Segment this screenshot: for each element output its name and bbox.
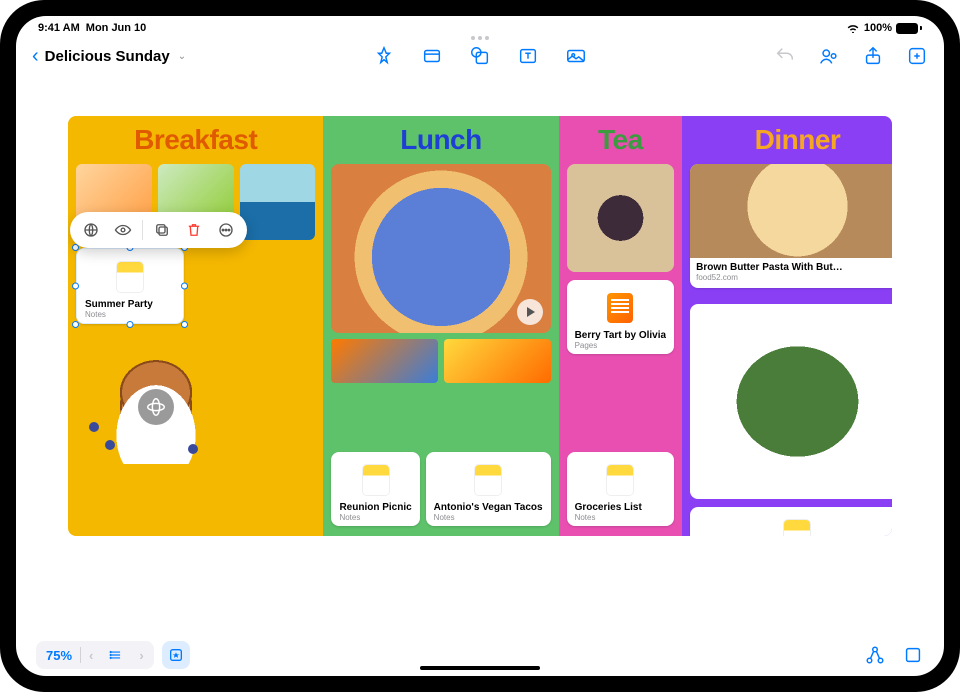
diagram-mode-icon[interactable] [864,644,886,666]
column-breakfast[interactable]: Breakfast [68,116,323,536]
selected-item[interactable]: Summer Party Notes [76,248,184,324]
card-subtitle: Notes [575,513,667,522]
board-canvas[interactable]: Breakfast [16,76,944,634]
fit-board-icon[interactable] [902,644,924,666]
status-bar: 9:41 AM Mon Jun 10 100% [16,16,944,36]
column-lunch[interactable]: Lunch Reunion Picnic Notes [323,116,558,536]
screen: 9:41 AM Mon Jun 10 100% ‹ Delicious Sund… [16,16,944,676]
board: Breakfast [68,116,892,536]
draw-tool-icon[interactable] [373,45,395,67]
selection-toolbar [70,212,247,248]
spatial-icon[interactable] [138,389,174,425]
delete-tool-icon[interactable] [179,216,209,244]
image-pancakes[interactable] [76,334,236,464]
image-grapes[interactable] [240,164,316,240]
notes-app-icon [607,465,633,495]
card-subtitle: Notes [434,513,543,522]
app-toolbar: ‹ Delicious Sunday ⌄ [16,36,944,76]
image-juice[interactable] [444,339,551,383]
zoom-level-button[interactable]: 75% [38,643,80,667]
prev-board-button[interactable]: ‹ [81,643,101,667]
column-title-breakfast: Breakfast [76,124,315,156]
link-domain: food52.com [696,273,892,282]
favorites-button[interactable] [162,641,190,669]
document-menu-chevron-icon[interactable]: ⌄ [178,51,186,62]
preview-tool-icon[interactable] [108,216,138,244]
ipad-frame: 9:41 AM Mon Jun 10 100% ‹ Delicious Sund… [0,0,960,692]
battery-icon [896,23,922,34]
battery-percent: 100% [864,22,892,34]
card-antonios-tacos[interactable]: Antonio's Vegan Tacos Notes [426,452,551,526]
more-tool-icon[interactable] [211,216,241,244]
resize-handle[interactable] [181,321,188,328]
image-drink[interactable] [331,339,438,383]
card-reunion-picnic[interactable]: Reunion Picnic Notes [331,452,419,526]
column-title-tea: Tea [567,124,675,156]
card-title: Antonio's Vegan Tacos [434,502,543,513]
pages-app-icon [607,293,633,323]
card-subtitle: Notes [339,513,411,522]
new-board-icon[interactable] [906,45,928,67]
zoom-controls: 75% ‹ › [36,641,154,669]
next-board-button[interactable]: › [131,643,151,667]
resize-handle[interactable] [181,282,188,289]
card-berry-tart[interactable]: Berry Tart by Olivia Pages [567,280,675,354]
resize-handle[interactable] [72,282,79,289]
link-title: Brown Butter Pasta With But… [696,262,892,273]
resize-handle[interactable] [72,321,79,328]
resize-handle[interactable] [127,321,134,328]
video-tacos[interactable] [331,164,550,333]
collaborate-icon[interactable] [818,45,840,67]
notes-app-icon [475,465,501,495]
back-button[interactable]: ‹ [32,45,39,68]
paint-tool-icon[interactable] [421,45,443,67]
card-summer-party[interactable]: Summer Party Notes [76,248,184,324]
column-tea[interactable]: Tea Berry Tart by Olivia Pages Groceries… [559,116,683,536]
image-berry-tart[interactable] [567,164,675,272]
undo-icon[interactable] [774,45,796,67]
card-subtitle: Notes [85,310,175,319]
column-title-lunch: Lunch [331,124,550,156]
status-date: Mon Jun 10 [86,22,147,34]
card-title: Groceries List [575,502,667,513]
status-time: 9:41 AM [38,22,80,34]
column-dinner[interactable]: Dinner Brown Butter Pasta With But… food… [682,116,892,536]
insert-media-icon[interactable] [565,45,587,67]
notes-app-icon [363,465,389,495]
card-groceries-list[interactable]: Groceries List Notes [567,452,675,526]
card-title: Summer Party [85,299,175,310]
toolbar-divider [142,220,143,240]
document-title[interactable]: Delicious Sunday [45,48,170,65]
home-indicator[interactable] [420,666,540,670]
insert-shape-icon[interactable] [469,45,491,67]
column-title-dinner: Dinner [690,124,892,156]
link-image [690,164,892,258]
link-tool-icon[interactable] [76,216,106,244]
card-title: Berry Tart by Olivia [575,330,667,341]
play-icon[interactable] [517,299,543,325]
card-cooking-inspiration[interactable]: Cooking Inspiration Notes [690,507,892,536]
card-subtitle: Pages [575,341,667,350]
wifi-icon [846,23,860,33]
notes-app-icon [784,520,810,536]
duplicate-tool-icon[interactable] [147,216,177,244]
link-card-pasta[interactable]: Brown Butter Pasta With But… food52.com [690,164,892,288]
card-title: Reunion Picnic [339,502,411,513]
notes-app-icon [117,262,143,292]
insert-text-icon[interactable] [517,45,539,67]
share-icon[interactable] [862,45,884,67]
boards-list-icon[interactable] [101,643,131,667]
image-salad[interactable] [690,304,892,499]
